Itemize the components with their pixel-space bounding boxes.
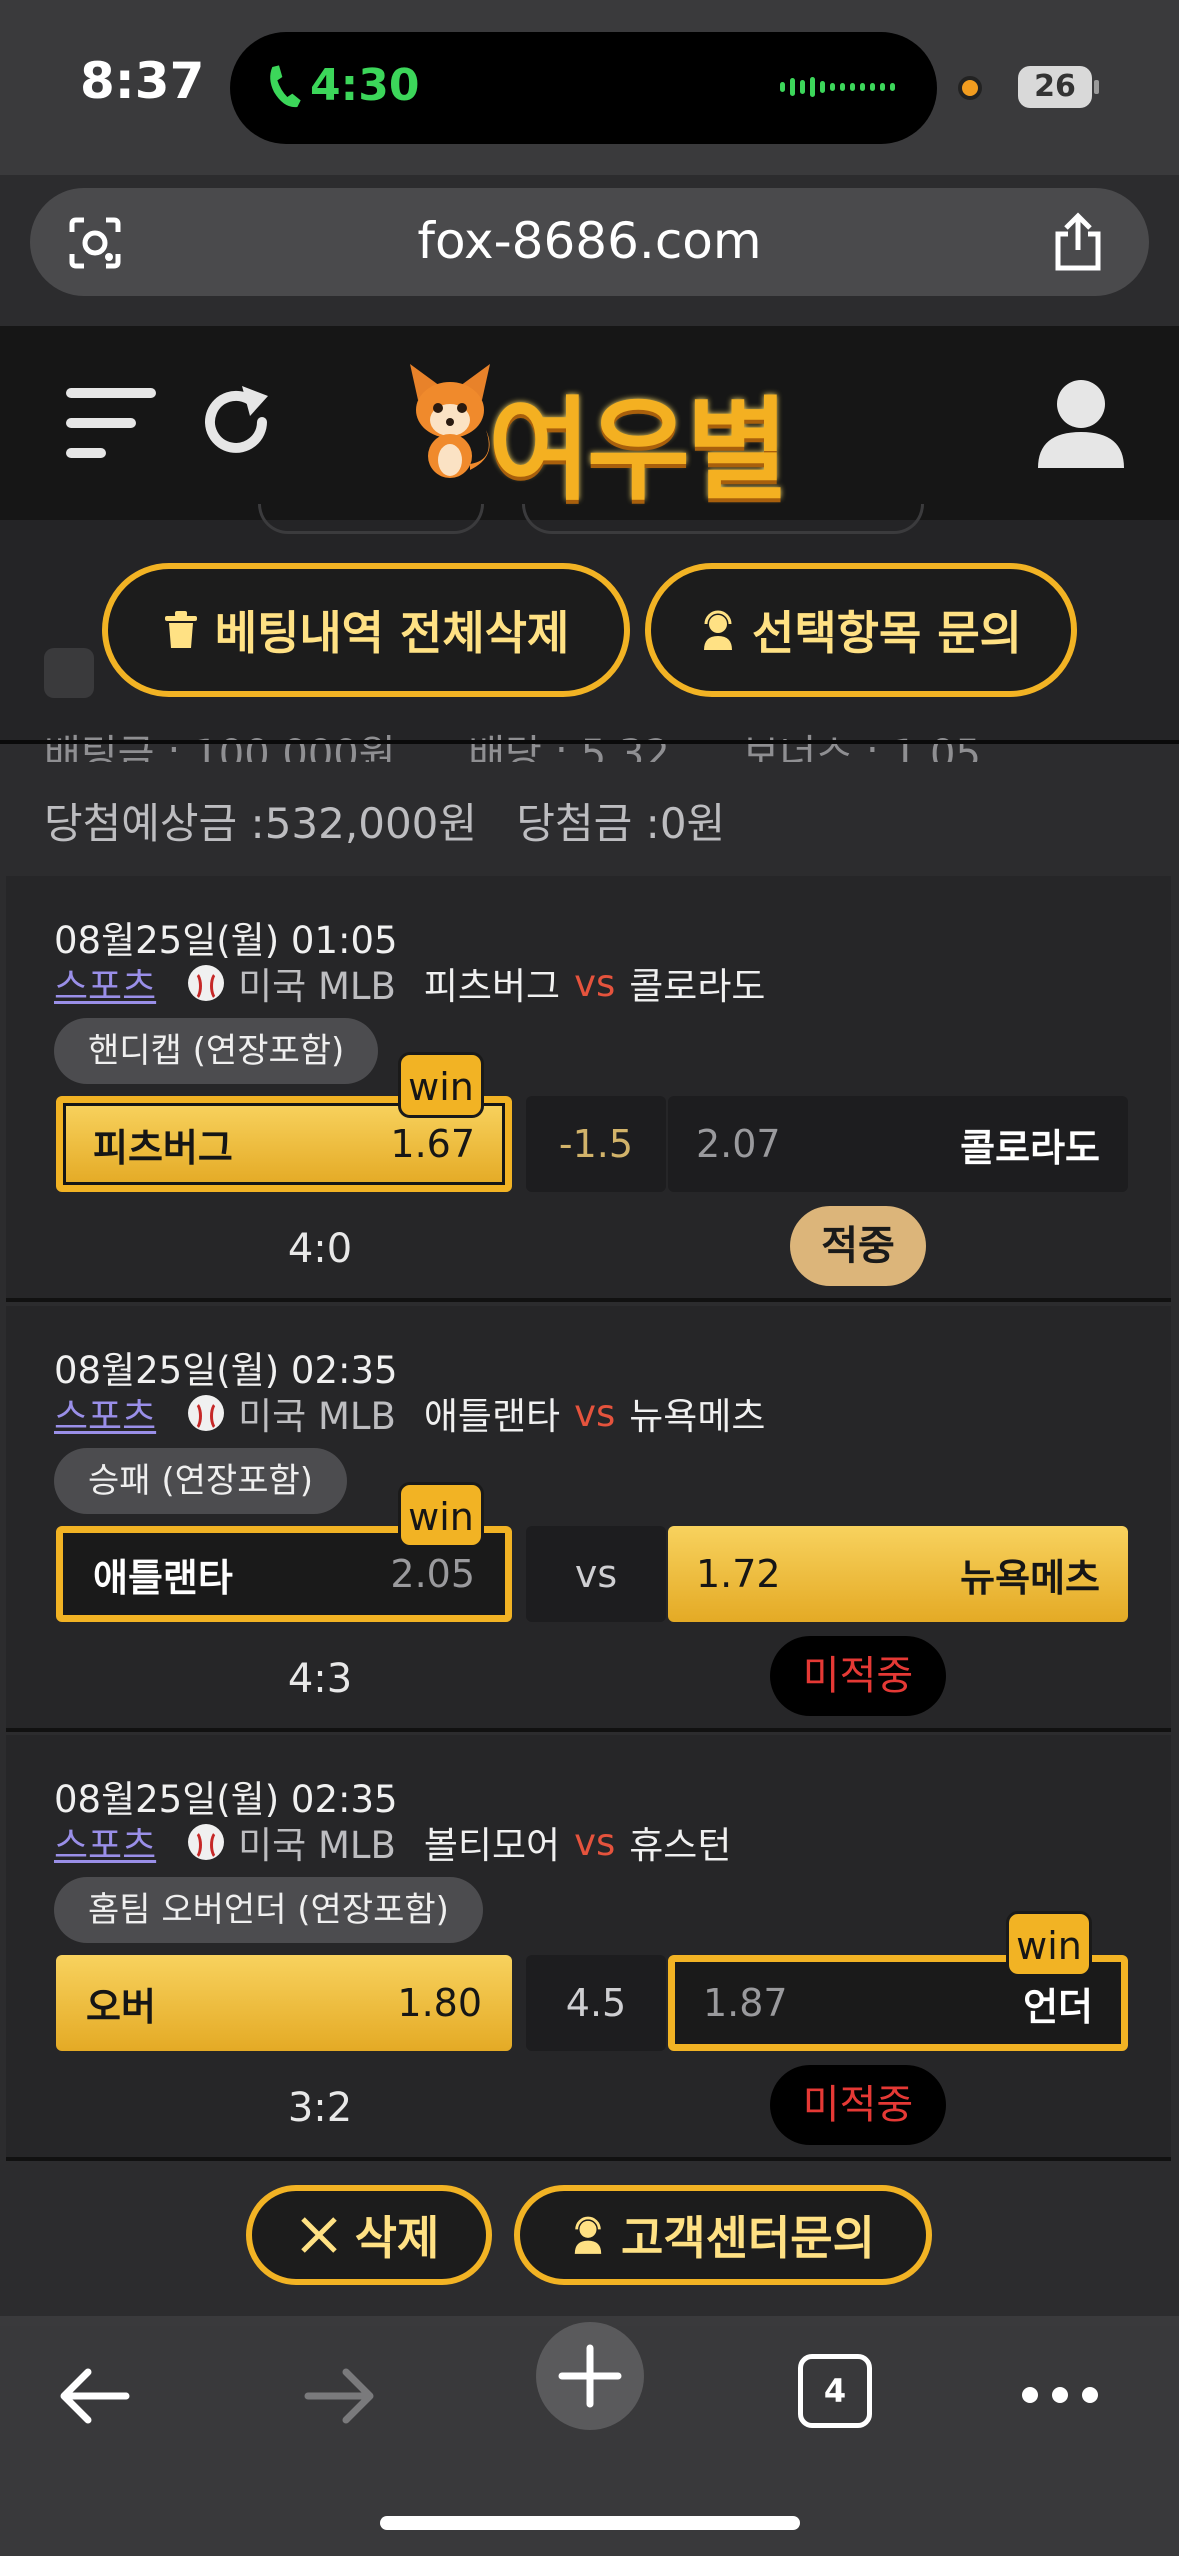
win-badge: win [398, 1052, 484, 1118]
winnings-summary-row: 당첨예상금 :532,000원 당첨금 :0원 [44, 790, 751, 851]
call-timer: 4:30 [310, 60, 420, 111]
option-name: 오버 [86, 1984, 156, 2029]
status-clock: 8:37 [80, 52, 205, 110]
final-score: 4:0 [287, 1226, 353, 1272]
home-team: 애틀랜타 [423, 1395, 561, 1438]
battery-tip [1094, 80, 1099, 94]
stake-text: 배팅금 : 100,000원 [44, 732, 396, 762]
league-name: 미국 MLB [238, 1395, 396, 1438]
away-team: 콜로라도 [629, 965, 766, 1008]
back-arrow-icon[interactable] [54, 2356, 134, 2436]
headset-icon [704, 610, 733, 650]
mic-indicator-dot [958, 76, 982, 100]
home-indicator[interactable] [380, 2516, 800, 2530]
result-badge: 적중 [790, 1206, 926, 1286]
option-odds: 1.80 [397, 1981, 482, 2025]
url-text: fox-8686.com [417, 212, 762, 270]
expected-winnings: 당첨예상금 :532,000원 [44, 799, 478, 848]
bonus-text: 보너스 : 1.05 [742, 732, 981, 762]
delete-label: 삭제 [354, 2211, 440, 2265]
win-badge: win [398, 1482, 484, 1548]
league-name: 미국 MLB [238, 1824, 396, 1867]
bet-option-over[interactable]: 오버 1.80 [56, 1955, 512, 2051]
home-team: 볼티모어 [423, 1824, 561, 1867]
odds-text: 배당 : 5.32 [468, 732, 670, 762]
category-link[interactable]: 스포츠 [54, 956, 156, 1010]
trash-icon [164, 611, 197, 648]
user-icon[interactable] [1036, 376, 1126, 472]
final-score: 3:2 [287, 2085, 353, 2131]
away-team: 뉴욕메츠 [629, 1395, 766, 1438]
new-tab-button[interactable] [536, 2322, 644, 2430]
close-icon [300, 2217, 337, 2253]
bet-option-away[interactable]: 2.07 콜로라도 [668, 1096, 1128, 1192]
market-type-pill: 홈팀 오버언더 (연장포함) [54, 1877, 483, 1943]
menu-icon[interactable] [66, 384, 156, 462]
baseball-icon [188, 1824, 225, 1860]
battery-indicator: 26 [1018, 66, 1092, 108]
option-odds: 1.87 [703, 1981, 788, 2025]
final-score: 4:3 [287, 1656, 353, 1702]
match-info: 스포츠 미국 MLB 피츠버그 vs 콜로라도 [54, 956, 765, 1010]
option-name: 언더 [1023, 1984, 1093, 2029]
option-odds: 1.72 [696, 1552, 781, 1596]
away-team: 휴스턴 [629, 1824, 732, 1867]
category-link[interactable]: 스포츠 [54, 1386, 156, 1440]
phone-call-icon [270, 65, 301, 108]
background-tab-pill [522, 504, 924, 534]
forward-arrow-icon[interactable] [300, 2356, 380, 2436]
delete-all-label: 베팅내역 전체삭제 [214, 606, 570, 660]
bet-option-away[interactable]: 1.72 뉴욕메츠 [668, 1526, 1128, 1622]
baseball-icon [188, 965, 225, 1001]
more-icon[interactable] [1022, 2380, 1102, 2410]
fox-mascot-icon [410, 364, 490, 478]
headset-icon [574, 2216, 602, 2254]
option-odds: 2.07 [696, 1122, 781, 1166]
option-odds: 2.05 [390, 1552, 475, 1596]
option-name: 애틀랜타 [93, 1555, 233, 1600]
actual-winnings: 당첨금 :0원 [516, 799, 726, 848]
tabs-button[interactable]: 4 [798, 2354, 872, 2428]
refresh-icon[interactable] [200, 382, 276, 462]
delete-all-history-button[interactable]: 베팅내역 전체삭제 [102, 563, 630, 697]
inquire-selected-button[interactable]: 선택항목 문의 [645, 563, 1077, 697]
handicap-line: -1.5 [526, 1096, 666, 1192]
option-name: 콜로라도 [960, 1125, 1100, 1170]
share-icon[interactable] [1050, 212, 1106, 272]
background-tab-pill [258, 504, 484, 534]
option-name: 피츠버그 [93, 1125, 233, 1170]
option-odds: 1.67 [390, 1122, 475, 1166]
select-checkbox[interactable] [44, 648, 94, 698]
plus-icon [558, 2344, 622, 2408]
league-name: 미국 MLB [238, 965, 396, 1008]
market-type-pill: 핸디캡 (연장포함) [54, 1018, 379, 1084]
result-badge: 미적중 [770, 1636, 946, 1716]
vs-label: vs [574, 1820, 616, 1864]
delete-button[interactable]: 삭제 [246, 2185, 492, 2285]
win-badge: win [1006, 1911, 1092, 1977]
versus-divider: vs [526, 1526, 666, 1622]
inquire-selected-label: 선택항목 문의 [752, 606, 1022, 660]
home-team: 피츠버그 [423, 965, 561, 1008]
vs-label: vs [574, 961, 616, 1005]
bet-card: 08월25일(월) 02:35 스포츠 미국 MLB 볼티모어 vs 휴스턴 홈… [6, 1735, 1171, 2161]
audio-waveform-icon [780, 76, 900, 98]
result-badge: 미적중 [770, 2065, 946, 2145]
vs-label: vs [574, 1391, 616, 1435]
category-link[interactable]: 스포츠 [54, 1815, 156, 1869]
bet-card: 08월25일(월) 01:05 스포츠 미국 MLB 피츠버그 vs 콜로라도 … [6, 876, 1171, 1302]
customer-center-button[interactable]: 고객센터문의 [514, 2185, 932, 2285]
header-divider [0, 740, 1179, 744]
customer-center-label: 고객센터문의 [621, 2211, 875, 2265]
total-line: 4.5 [526, 1955, 666, 2051]
bet-card: 08월25일(월) 02:35 스포츠 미국 MLB 애틀랜타 vs 뉴욕메츠 … [6, 1306, 1171, 1732]
market-type-pill: 승패 (연장포함) [54, 1448, 348, 1514]
option-name: 뉴욕메츠 [960, 1555, 1100, 1600]
site-logo[interactable]: 여우별 [488, 360, 789, 522]
baseball-icon [188, 1395, 225, 1431]
match-info: 스포츠 미국 MLB 볼티모어 vs 휴스턴 [54, 1815, 731, 1869]
match-info: 스포츠 미국 MLB 애틀랜타 vs 뉴욕메츠 [54, 1386, 765, 1440]
